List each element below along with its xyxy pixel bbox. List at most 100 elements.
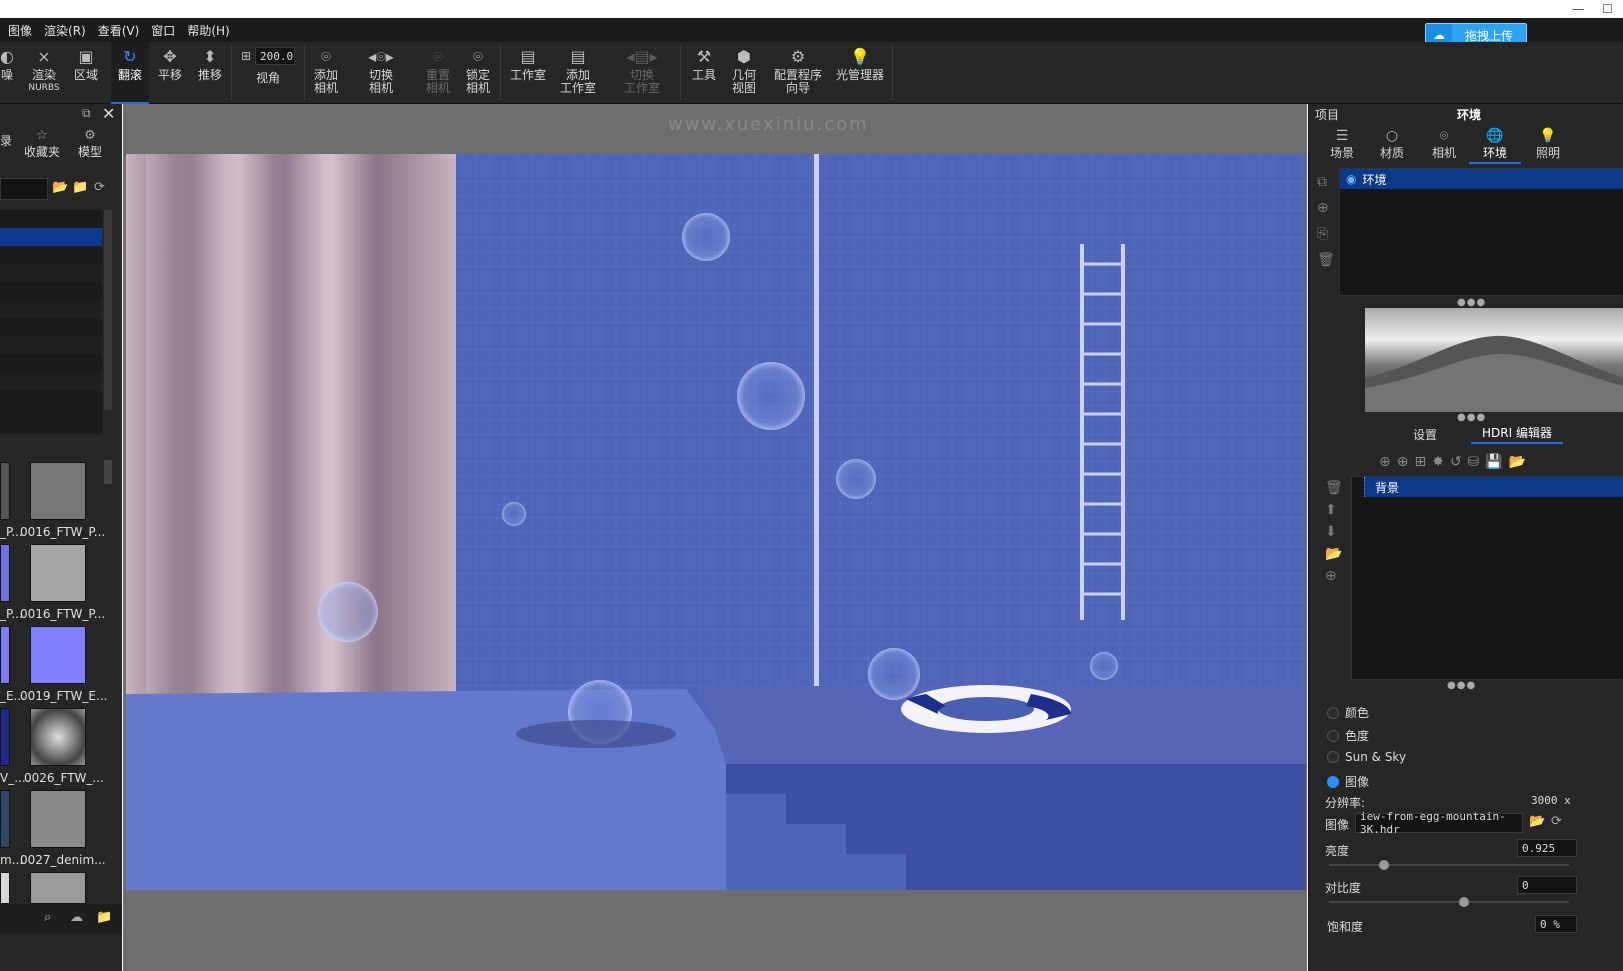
move-down-icon[interactable]: ⬇ xyxy=(1325,524,1343,546)
folder-tree-row[interactable] xyxy=(0,300,102,318)
material-thumb[interactable] xyxy=(30,544,86,602)
subtab-hdri-editor[interactable]: HDRI 编辑器 xyxy=(1471,424,1563,444)
saturation-input[interactable]: 0 % xyxy=(1535,915,1577,933)
hdri-preview[interactable] xyxy=(1365,308,1623,412)
switch-camera-button[interactable]: ◂⌾▸ 切换 相机 xyxy=(352,42,410,104)
cloud-add-icon[interactable]: ☁ xyxy=(70,910,83,925)
add-studio-button[interactable]: ▤ 添加 工作室 xyxy=(556,42,600,104)
save-icon[interactable]: 💾 xyxy=(1485,454,1502,470)
add-camera-button[interactable]: ⌾ 添加 相机 xyxy=(308,42,344,104)
radio-sun-sky[interactable]: Sun & Sky xyxy=(1327,750,1406,764)
brightness-slider[interactable] xyxy=(1329,860,1569,870)
material-thumb[interactable] xyxy=(0,544,10,602)
contrast-slider-knob[interactable] xyxy=(1459,897,1469,907)
material-thumb[interactable] xyxy=(30,872,86,904)
region-button[interactable]: ▣ 区域 xyxy=(70,42,102,104)
hdri-layer-item[interactable]: 背景 xyxy=(1364,477,1623,497)
folder-tree-row[interactable] xyxy=(0,372,102,390)
tab-lighting[interactable]: 💡 照明 xyxy=(1523,128,1573,164)
material-thumb[interactable] xyxy=(0,872,10,904)
add-light-icon[interactable]: ⊕ xyxy=(1379,454,1391,470)
render-image[interactable] xyxy=(126,154,1306,890)
add-spot-icon[interactable]: ⊕ xyxy=(1397,454,1409,470)
reload-icon[interactable]: ⟳ xyxy=(1551,814,1562,829)
menu-render[interactable]: 渲染(R) xyxy=(44,22,86,39)
bucket-icon[interactable]: ⛁ xyxy=(1468,454,1480,470)
close-icon[interactable]: ✕ xyxy=(102,104,115,123)
menu-window[interactable]: 窗口 xyxy=(151,22,175,39)
pan-button[interactable]: ✥ 平移 xyxy=(152,42,188,104)
tools-button[interactable]: ⚒ 工具 xyxy=(686,42,722,104)
lock-camera-button[interactable]: ⌾ 锁定 相机 xyxy=(460,42,496,104)
delete-layer-icon[interactable]: 🗑 xyxy=(1325,480,1343,502)
tab-models[interactable]: ⚙ 模型 xyxy=(76,128,104,160)
menu-image[interactable]: 图像 xyxy=(8,22,32,39)
tab-environment[interactable]: 🌐 环境 xyxy=(1469,128,1521,164)
refresh-icon[interactable]: ⟳ xyxy=(94,180,105,195)
folder-tree-selected-row[interactable] xyxy=(0,228,102,246)
browse-folder-icon[interactable]: 📂 xyxy=(1529,814,1545,829)
brightness-input[interactable]: 0.925 xyxy=(1517,839,1577,857)
noise-button[interactable]: ◐ 噪 xyxy=(0,42,14,104)
tab-scene[interactable]: ☰ 场景 xyxy=(1317,128,1367,164)
geometry-view-button[interactable]: ⬢ 几何 视图 xyxy=(726,42,762,104)
material-thumb[interactable] xyxy=(30,626,86,684)
thumb-scrollbar[interactable] xyxy=(104,460,112,484)
radio-image[interactable]: 图像 xyxy=(1327,773,1369,790)
environment-list-item[interactable]: ◉ 环境 xyxy=(1340,169,1623,189)
tab-materials[interactable]: ○ 材质 xyxy=(1367,128,1417,164)
add-star-icon[interactable]: ✸ xyxy=(1432,454,1444,470)
tumble-button[interactable]: ↻ 翻滚 xyxy=(111,42,149,104)
resize-handle-icon[interactable]: ●●● xyxy=(1457,412,1486,423)
radio-color[interactable]: 颜色 xyxy=(1327,704,1369,721)
target-icon[interactable]: ⊕ xyxy=(1325,568,1343,590)
search-icon[interactable]: ⌕ xyxy=(44,910,51,925)
open-icon[interactable]: 📂 xyxy=(1509,454,1526,470)
folder-icon[interactable]: 📂 xyxy=(1325,546,1343,568)
subtab-settings[interactable]: 设置 xyxy=(1413,426,1437,443)
switch-studio-button[interactable]: ◂▤▸ 切换 工作室 xyxy=(610,42,674,104)
material-thumb[interactable] xyxy=(30,708,86,766)
duplicate-env-icon[interactable]: ⧉ xyxy=(1317,174,1335,200)
image-path-field[interactable]: iew-from-egg-mountain-3K.hdr xyxy=(1355,810,1523,836)
open-folder-icon[interactable]: 📂 xyxy=(52,180,68,195)
tab-camera[interactable]: ⌾ 相机 xyxy=(1419,128,1469,164)
add-folder-icon[interactable]: 📁 xyxy=(72,180,88,195)
reset-camera-button[interactable]: ⌾ 重置 相机 xyxy=(420,42,456,104)
material-thumb[interactable] xyxy=(0,708,10,766)
menu-help[interactable]: 帮助(H) xyxy=(187,22,229,39)
contrast-slider[interactable] xyxy=(1329,897,1569,907)
resize-handle-icon[interactable]: ●●● xyxy=(1447,680,1476,691)
folder-tree-row[interactable] xyxy=(0,264,102,282)
material-thumb[interactable] xyxy=(0,790,10,848)
menu-view[interactable]: 查看(V) xyxy=(98,22,140,39)
tab-record[interactable]: 录 xyxy=(0,132,12,149)
library-search-input[interactable] xyxy=(0,178,48,200)
fov-input[interactable]: 200.0 xyxy=(255,47,296,65)
maximize-icon[interactable]: ☐ xyxy=(1602,2,1613,16)
folder-icon[interactable]: 📁 xyxy=(96,910,112,925)
render-nurbs-button[interactable]: ⨯ 渲染 NURBS xyxy=(24,42,64,104)
material-thumb[interactable] xyxy=(30,462,86,520)
undo-icon[interactable]: ↺ xyxy=(1450,454,1462,470)
radio-gradient[interactable]: 色度 xyxy=(1327,727,1369,744)
minimize-icon[interactable]: — xyxy=(1572,2,1584,16)
configurator-wizard-button[interactable]: ⚙ 配置程序 向导 xyxy=(768,42,828,104)
dolly-button[interactable]: ⬍ 推移 xyxy=(192,42,228,104)
material-thumb[interactable] xyxy=(0,626,10,684)
move-up-icon[interactable]: ⬆ xyxy=(1325,502,1343,524)
light-manager-button[interactable]: 💡 光管理器 xyxy=(832,42,888,104)
material-thumb[interactable] xyxy=(30,790,86,848)
resize-handle-icon[interactable]: ●●● xyxy=(1457,297,1486,308)
float-panel-icon[interactable]: ⧉ xyxy=(82,106,91,121)
material-thumb[interactable] xyxy=(0,462,10,520)
delete-env-icon[interactable]: 🗑 xyxy=(1317,252,1335,278)
folder-scrollbar[interactable] xyxy=(104,210,112,410)
new-env-icon[interactable]: ⊕ xyxy=(1317,200,1335,226)
contrast-input[interactable]: 0 xyxy=(1517,876,1577,894)
tab-favorites[interactable]: ☆ 收藏夹 xyxy=(24,128,60,160)
studio-button[interactable]: ▤ 工作室 xyxy=(506,42,550,104)
add-rect-icon[interactable]: ⊞ xyxy=(1414,454,1426,470)
brightness-slider-knob[interactable] xyxy=(1379,860,1389,870)
folder-tree-row[interactable] xyxy=(0,336,102,354)
